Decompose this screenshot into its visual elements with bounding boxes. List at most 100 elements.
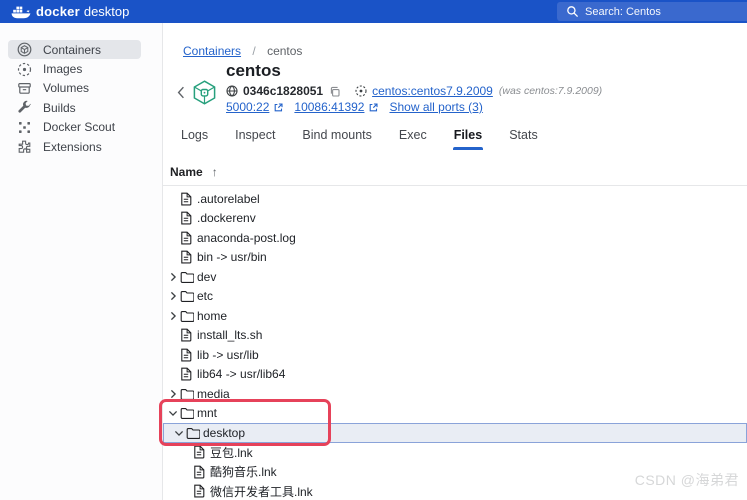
sidebar-item-images[interactable]: Images — [8, 59, 141, 78]
tab-exec[interactable]: Exec — [398, 122, 428, 150]
file-icon — [180, 231, 197, 245]
containers-icon — [17, 42, 32, 57]
file-name: install_lts.sh — [197, 328, 262, 342]
ports-row: 5000:22 10086:41392 Show all ports (3) — [226, 100, 483, 114]
status-globe-icon — [226, 85, 238, 97]
tab-bar: Logs Inspect Bind mounts Exec Files Stats — [163, 122, 747, 150]
file-name: anaconda-post.log — [197, 231, 296, 245]
external-link-icon[interactable] — [274, 103, 283, 112]
folder-icon — [180, 407, 197, 419]
file-name: etc — [197, 289, 213, 303]
file-name: 酷狗音乐.lnk — [210, 463, 277, 480]
back-chevron-button[interactable] — [177, 85, 189, 99]
file-icon — [180, 367, 197, 381]
sidebar-item-volumes[interactable]: Volumes — [8, 79, 141, 98]
file-name: media — [197, 387, 230, 401]
docker-desktop-logo[interactable]: dockerdesktop — [11, 0, 129, 23]
container-cube-icon — [191, 79, 218, 111]
file-icon — [180, 348, 197, 362]
sidebar-item-containers[interactable]: Containers — [8, 40, 141, 59]
chevron-spacer — [181, 446, 193, 458]
tree-row-home[interactable]: home — [163, 306, 747, 326]
breadcrumb: Containers / centos — [183, 44, 302, 58]
chevron-spacer — [168, 232, 180, 244]
watermark: CSDN @海弟君 — [635, 470, 739, 490]
chevron-spacer — [168, 193, 180, 205]
chevron-down-icon[interactable] — [174, 427, 186, 439]
tree-row-dockerenv[interactable]: .dockerenv — [163, 209, 747, 229]
show-all-ports-link[interactable]: Show all ports (3) — [389, 100, 482, 114]
external-link-icon[interactable] — [369, 103, 378, 112]
folder-icon — [186, 427, 203, 439]
tab-logs[interactable]: Logs — [180, 122, 209, 150]
file-icon — [193, 465, 210, 479]
copy-icon[interactable] — [329, 86, 340, 97]
sidebar: Containers ImagesVolumes Builds Docker Scou… — [0, 23, 163, 500]
chevron-down-icon[interactable] — [168, 407, 180, 419]
search-icon — [566, 5, 579, 18]
port-link-5000[interactable]: 5000:22 — [226, 100, 269, 114]
port-link-10086[interactable]: 10086:41392 — [294, 100, 364, 114]
sidebar-item-label: Extensions — [43, 140, 102, 154]
file-name: 微信开发者工具.lnk — [210, 483, 313, 500]
folder-icon — [180, 388, 197, 400]
images-icon — [17, 62, 32, 77]
sidebar-item-extensions[interactable]: Extensions — [8, 137, 141, 156]
file-name: lib -> usr/lib — [197, 348, 259, 362]
tab-bind-mounts[interactable]: Bind mounts — [301, 122, 372, 150]
docker-whale-icon — [11, 5, 31, 19]
file-tree: .autorelabel.dockerenv anaconda-post.log b… — [163, 189, 747, 500]
global-search-input[interactable]: Search: Centos — [557, 2, 747, 21]
folder-icon — [180, 310, 197, 322]
chevron-spacer — [168, 368, 180, 380]
topbar: dockerdesktop Search: Centos — [0, 0, 747, 23]
tree-row-豆包-lnk[interactable]: 豆包.lnk — [163, 443, 747, 463]
image-link[interactable]: centos:centos7.9.2009 — [372, 84, 493, 98]
file-icon — [180, 211, 197, 225]
brand-docker: docker — [36, 4, 80, 19]
column-name-header[interactable]: Name — [170, 165, 203, 179]
tree-row-mnt[interactable]: mnt — [163, 404, 747, 424]
main-panel: Containers / centos centos 0346c1828051 — [163, 23, 747, 500]
tab-inspect[interactable]: Inspect — [234, 122, 276, 150]
chevron-right-icon[interactable] — [168, 271, 180, 283]
folder-icon — [180, 271, 197, 283]
tree-row-media[interactable]: media — [163, 384, 747, 404]
chevron-right-icon[interactable] — [168, 388, 180, 400]
tree-row-dev[interactable]: dev — [163, 267, 747, 287]
tree-row-bin-usr-bin[interactable]: bin -> usr/bin — [163, 248, 747, 268]
breadcrumb-current: centos — [267, 44, 302, 58]
file-icon — [180, 250, 197, 264]
tab-stats[interactable]: Stats — [508, 122, 539, 150]
tree-row-autorelabel[interactable]: .autorelabel — [163, 189, 747, 209]
tree-row-lib64-usr-lib64[interactable]: lib64 -> usr/lib64 — [163, 365, 747, 385]
header-divider — [163, 185, 747, 186]
file-name: home — [197, 309, 227, 323]
sidebar-item-builds[interactable]: Builds — [8, 98, 141, 117]
docker-scout-icon — [17, 120, 32, 135]
sort-asc-icon[interactable]: ↑ — [212, 165, 218, 179]
docker-desktop-window: dockerdesktop Search: Centos ContainersI… — [0, 0, 747, 500]
image-was-label: (was centos:7.9.2009) — [499, 85, 602, 97]
file-icon — [193, 484, 210, 498]
tree-row-anaconda-post-log[interactable]: anaconda-post.log — [163, 228, 747, 248]
sidebar-item-label: Docker Scout — [43, 120, 115, 134]
tab-files[interactable]: Files — [453, 122, 484, 150]
sidebar-item-docker-scout[interactable]: Docker Scout — [8, 118, 141, 137]
chevron-spacer — [168, 349, 180, 361]
file-list-header: Name ↑ — [170, 163, 218, 181]
file-name: lib64 -> usr/lib64 — [197, 367, 285, 381]
tree-row-lib-usr-lib[interactable]: lib -> usr/lib — [163, 345, 747, 365]
sidebar-item-label: Builds — [43, 101, 76, 115]
tree-row-desktop[interactable]: desktop — [163, 423, 747, 443]
tree-row-install-lts-sh[interactable]: install_lts.sh — [163, 326, 747, 346]
chevron-right-icon[interactable] — [168, 310, 180, 322]
tree-row-etc[interactable]: etc — [163, 287, 747, 307]
breadcrumb-separator: / — [252, 44, 255, 58]
sidebar-item-label: Containers — [43, 43, 101, 57]
volumes-icon — [17, 81, 32, 96]
chevron-right-icon[interactable] — [168, 290, 180, 302]
builds-icon — [17, 100, 32, 115]
breadcrumb-containers-link[interactable]: Containers — [183, 44, 241, 58]
file-icon — [180, 328, 197, 342]
